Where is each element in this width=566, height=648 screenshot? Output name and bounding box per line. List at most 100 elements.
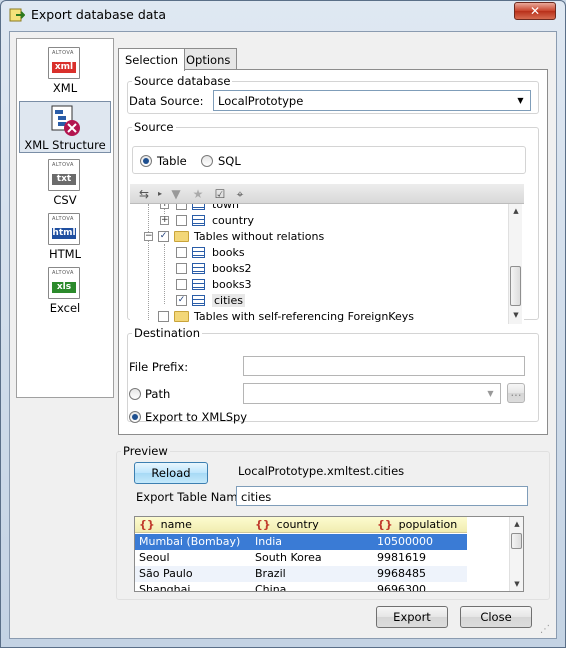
export-button[interactable]: Export [376, 606, 448, 628]
scroll-down-icon[interactable]: ▼ [510, 577, 523, 591]
tree-row[interactable]: ✓ cities [156, 293, 456, 309]
scroll-up-icon[interactable]: ▲ [510, 517, 523, 531]
source-group: Source Table SQL ⇆ ▸ ▼ ★ ☑ ⌖ + town + co… [127, 120, 539, 324]
export-app-icon [9, 8, 25, 22]
path-radio-label: Path [145, 387, 171, 401]
sql-radio[interactable] [201, 155, 213, 167]
table-row[interactable]: Shanghai China 9696300 [135, 582, 467, 591]
tree-row[interactable]: books [156, 245, 456, 261]
export-dialog: Export database data ✕ ALTOVA xml XML XM… [0, 0, 566, 648]
format-label: CSV [53, 193, 77, 207]
tree-checkbox[interactable] [176, 263, 187, 274]
table-tree: + town + country − ✓ Tables without rela… [130, 204, 524, 324]
table-row[interactable]: São Paulo Brazil 9968485 [135, 566, 467, 582]
tab-selection[interactable]: Selection [118, 48, 185, 71]
tab-options[interactable]: Options [179, 48, 238, 70]
column-header[interactable]: {} country [255, 518, 319, 531]
scroll-down-icon[interactable]: ▼ [509, 308, 523, 322]
window-close-button[interactable]: ✕ [514, 2, 556, 20]
tree-checkbox[interactable] [176, 247, 187, 258]
element-icon: {} [139, 518, 155, 531]
export-table-name-input[interactable]: cities [236, 486, 528, 506]
export-table-name-label: Export Table Name: [136, 490, 249, 504]
xml-structure-icon [51, 105, 80, 136]
collapse-icon[interactable]: − [144, 232, 153, 241]
format-csv[interactable]: ALTOVA txt CSV [19, 157, 111, 209]
folder-icon [174, 311, 189, 322]
destination-legend: Destination [134, 326, 200, 340]
file-prefix-input[interactable] [243, 356, 525, 376]
tree-checkbox[interactable] [176, 204, 187, 210]
tree-checkbox[interactable]: ✓ [158, 231, 169, 242]
locate-icon[interactable]: ⌖ [232, 186, 248, 202]
table-icon [192, 263, 205, 274]
tree-checkbox[interactable] [176, 215, 187, 226]
reload-button[interactable]: Reload [134, 462, 208, 484]
close-button[interactable]: Close [460, 606, 532, 628]
tree-scrollbar[interactable]: ▲ ▼ [508, 204, 522, 324]
tree-checkbox[interactable] [176, 279, 187, 290]
tree-toolbar: ⇆ ▸ ▼ ★ ☑ ⌖ [130, 184, 524, 204]
chevron-down-icon: ▼ [487, 389, 494, 398]
star-icon[interactable]: ★ [190, 186, 206, 202]
table-icon [192, 215, 205, 226]
grid-scrollbar[interactable]: ▲ ▼ [509, 517, 523, 591]
export-xmlspy-radio[interactable] [129, 411, 141, 423]
triangle-right-icon[interactable]: ▸ [152, 186, 168, 202]
table-radio-label: Table [157, 154, 187, 168]
preview-source-path: LocalPrototype.xmltest.cities [238, 464, 405, 478]
preview-grid: {} name {} country {} population Mumbai (Bo… [134, 516, 524, 592]
layout-icon[interactable]: ⇆ [136, 186, 152, 202]
path-select[interactable]: ▼ [243, 383, 501, 404]
scroll-thumb[interactable] [510, 266, 521, 306]
table-row[interactable]: Mumbai (Bombay) India 10500000 [135, 534, 467, 550]
preview-legend: Preview [123, 444, 168, 458]
preview-section: Preview Reload LocalPrototype.xmltest.ci… [116, 444, 550, 604]
tree-row[interactable]: + country [156, 213, 456, 229]
element-icon: {} [255, 518, 271, 531]
tree-row[interactable]: + town [156, 204, 456, 213]
dialog-client: ALTOVA xml XML XML Structure ALTOVA txt … [9, 31, 557, 639]
data-source-label: Data Source: [129, 94, 204, 108]
source-legend: Source [134, 120, 174, 134]
table-radio[interactable] [140, 155, 152, 167]
table-row[interactable]: Seoul South Korea 9981619 [135, 550, 467, 566]
grid-header: {} name {} country {} population [135, 517, 467, 533]
tree-row[interactable]: books2 [156, 261, 456, 277]
scroll-thumb[interactable] [511, 533, 522, 549]
resize-grip-icon[interactable]: ⋰ [540, 624, 554, 638]
table-icon [192, 295, 205, 306]
format-label: HTML [48, 247, 81, 261]
format-excel[interactable]: ALTOVA xls Excel [19, 265, 111, 317]
tree-checkbox[interactable] [158, 311, 169, 322]
tree-row[interactable]: − ✓ Tables without relations [140, 229, 460, 245]
expand-icon[interactable]: + [160, 216, 169, 225]
table-icon [192, 247, 205, 258]
close-icon: ✕ [529, 4, 541, 18]
tree-row[interactable]: books3 [156, 277, 456, 293]
column-header[interactable]: {} name [139, 518, 192, 531]
scroll-up-icon[interactable]: ▲ [509, 204, 523, 218]
format-html[interactable]: ALTOVA html HTML [19, 211, 111, 263]
html-file-icon: ALTOVA html [48, 213, 80, 245]
browse-button[interactable]: ... [507, 383, 525, 403]
csv-file-icon: ALTOVA txt [48, 159, 80, 191]
table-icon [192, 204, 205, 210]
expand-icon[interactable]: + [160, 204, 169, 209]
sql-radio-label: SQL [218, 154, 241, 168]
column-header[interactable]: {} population [377, 518, 457, 531]
title-bar: Export database data ✕ [1, 1, 565, 29]
filter-icon[interactable]: ▼ [168, 186, 184, 202]
tree-row[interactable]: Tables with self-referencing ForeignKeys [140, 309, 470, 324]
settings-tabs: Selection Options Source database Data S… [118, 48, 550, 438]
data-source-select[interactable]: LocalPrototype ▼ [213, 90, 531, 111]
table-icon [192, 279, 205, 290]
checkbox-icon[interactable]: ☑ [212, 186, 228, 202]
format-xml-structure[interactable]: XML Structure [19, 101, 111, 153]
tree-checkbox[interactable]: ✓ [176, 295, 187, 306]
source-database-legend: Source database [134, 74, 231, 88]
path-radio[interactable] [129, 388, 141, 400]
format-xml[interactable]: ALTOVA xml XML [19, 45, 111, 97]
selection-panel: Source database Data Source: LocalProtot… [118, 69, 548, 435]
excel-file-icon: ALTOVA xls [48, 267, 80, 299]
